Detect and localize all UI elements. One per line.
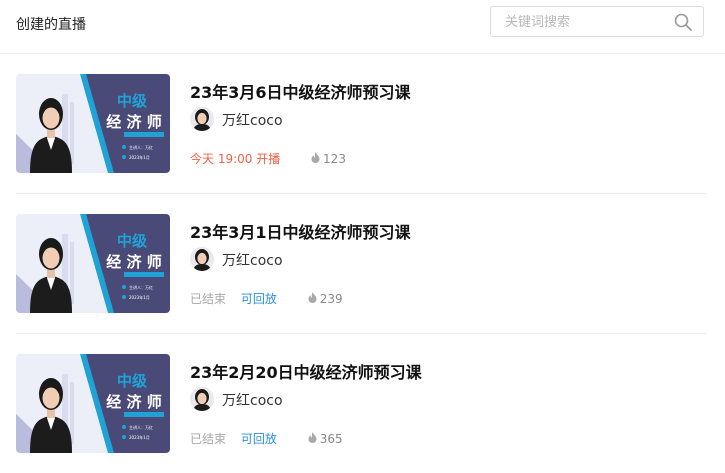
- thumb-lecturer: 主讲人：万红: [129, 424, 153, 430]
- thumb-badge-line1: 中级: [117, 372, 148, 390]
- thumb-badge-line1: 中级: [117, 232, 148, 250]
- thumb-year: 2023年1月: [129, 154, 150, 160]
- live-thumbnail[interactable]: 中级 经 济 师 主讲人：万红 2023年1月: [16, 354, 170, 453]
- view-count-value: 365: [319, 431, 343, 446]
- live-title[interactable]: 23年3月1日中级经济师预习课: [190, 219, 411, 243]
- avatar: [190, 247, 214, 271]
- live-meta: 今天 19:00 开播 123: [190, 150, 346, 167]
- live-item[interactable]: 中级 经 济 师 主讲人：万红 2023年1月 23年3月1日中级经济师预习课: [16, 194, 706, 334]
- thumb-badge-line2: 经 济 师: [106, 393, 161, 411]
- view-count-value: 239: [319, 291, 343, 306]
- replay-link[interactable]: 可回放: [241, 430, 277, 447]
- search-input[interactable]: [505, 13, 665, 31]
- live-item[interactable]: 中级 经 济 师 主讲人：万红 2023年1月 23年3月6日中级经济师预习课: [16, 54, 706, 194]
- search-icon[interactable]: [673, 12, 693, 32]
- host-name: 万红coco: [222, 393, 283, 409]
- status-text: 已结束: [190, 432, 227, 446]
- replay-link[interactable]: 可回放: [241, 290, 277, 307]
- page-header: 创建的直播: [0, 0, 725, 54]
- status-text: 已结束: [190, 292, 227, 306]
- live-item[interactable]: 中级 经 济 师 主讲人：万红 2023年1月 23年2月20日中级经济师预习课: [16, 334, 706, 473]
- avatar: [190, 387, 214, 411]
- view-count-value: 123: [323, 151, 346, 166]
- live-meta: 已结束 可回放 365: [190, 430, 343, 447]
- view-count: 123: [311, 151, 346, 166]
- thumb-badge-line1: 中级: [117, 92, 148, 110]
- thumb-lecturer: 主讲人：万红: [129, 284, 153, 290]
- thumb-badge-line2: 经 济 师: [106, 113, 161, 131]
- view-count: 365: [308, 431, 343, 446]
- flame-icon: [311, 152, 320, 164]
- avatar: [190, 107, 214, 131]
- flame-icon: [308, 432, 317, 444]
- live-title[interactable]: 23年2月20日中级经济师预习课: [190, 359, 422, 383]
- status-text: 今天 19:00 开播: [190, 152, 281, 166]
- search-box[interactable]: [490, 6, 704, 37]
- live-meta: 已结束 可回放 239: [190, 290, 343, 307]
- host-name: 万红coco: [222, 113, 283, 129]
- thumb-badge-line2: 经 济 师: [106, 253, 161, 271]
- thumb-year: 2023年1月: [129, 294, 150, 300]
- host-name: 万红coco: [222, 253, 283, 269]
- live-list: 中级 经 济 师 主讲人：万红 2023年1月 23年3月6日中级经济师预习课: [16, 54, 706, 473]
- live-thumbnail[interactable]: 中级 经 济 师 主讲人：万红 2023年1月: [16, 74, 170, 173]
- thumb-year: 2023年1月: [129, 434, 150, 440]
- view-count: 239: [308, 291, 343, 306]
- flame-icon: [308, 292, 317, 304]
- live-thumbnail[interactable]: 中级 经 济 师 主讲人：万红 2023年1月: [16, 214, 170, 313]
- thumb-lecturer: 主讲人：万红: [129, 144, 153, 150]
- page-title: 创建的直播: [16, 17, 86, 33]
- live-title[interactable]: 23年3月6日中级经济师预习课: [190, 79, 411, 103]
